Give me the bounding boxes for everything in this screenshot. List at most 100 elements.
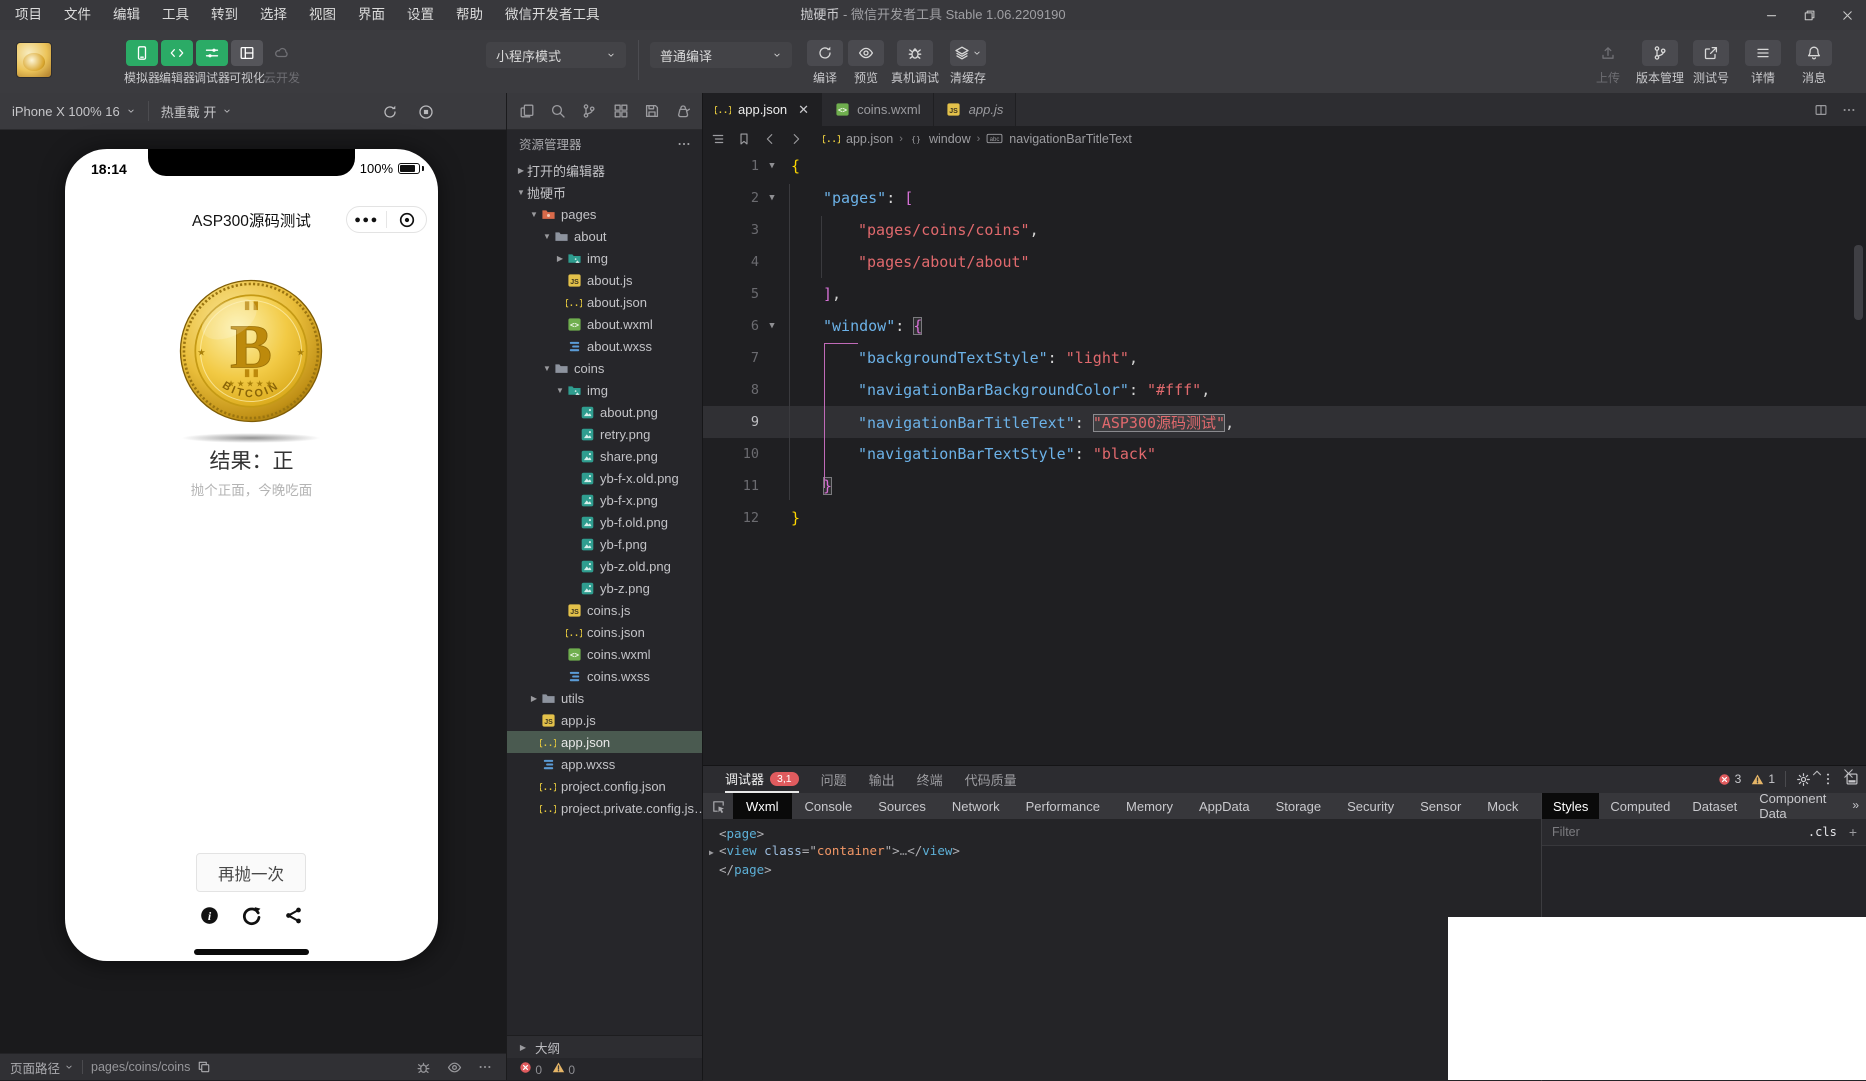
debugger-tab-输出[interactable]: 输出: [869, 766, 895, 793]
tabs-overflow-chevron[interactable]: »: [1852, 798, 1859, 812]
tree-item-coins.wxml[interactable]: <> coins.wxml: [507, 643, 703, 665]
compile-select[interactable]: 普通编译: [650, 42, 792, 68]
error-count[interactable]: 3: [1718, 772, 1741, 786]
bookmark-icon[interactable]: [737, 132, 751, 146]
action-button-详情[interactable]: 详情: [1735, 40, 1791, 86]
fold-chevron-icon[interactable]: ▼: [759, 321, 785, 331]
tree-item-[interactable]: ▼ 抛硬币: [507, 181, 703, 203]
debugger-tab-代码质量[interactable]: 代码质量: [965, 766, 1017, 793]
code-editor[interactable]: 1 ▼{2 ▼ "pages": [3 "pages/coins/coins", 4 "pa…: [703, 150, 1866, 765]
wxml-node[interactable]: ▶ <view class="container">…</view>: [709, 842, 1541, 861]
code-line-2[interactable]: 2 ▼ "pages": [: [703, 182, 1866, 214]
gear-icon[interactable]: [1796, 772, 1811, 787]
wxml-node[interactable]: <page>: [709, 825, 1541, 842]
fold-chevron-icon[interactable]: ▼: [759, 193, 785, 203]
code-line-3[interactable]: 3 "pages/coins/coins",: [703, 214, 1866, 246]
tree-item-yb-z.png[interactable]: yb-z.png: [507, 577, 703, 599]
code-line-1[interactable]: 1 ▼ {: [703, 150, 1866, 182]
editor-tab-app.js[interactable]: JS app.js: [933, 93, 1017, 126]
tree-item-yb-f.png[interactable]: yb-f.png: [507, 533, 703, 555]
tree-item-yb-f.old.png[interactable]: yb-f.old.png: [507, 511, 703, 533]
wxml-node[interactable]: </page>: [709, 861, 1541, 878]
tree-item-app.wxss[interactable]: app.wxss: [507, 753, 703, 775]
tree-item-about.wxss[interactable]: about.wxss: [507, 335, 703, 357]
tree-item-coins[interactable]: ▼ coins: [507, 357, 703, 379]
restart-icon[interactable]: [382, 104, 398, 120]
more-icon[interactable]: [478, 1060, 492, 1074]
add-style-button[interactable]: +: [1849, 824, 1857, 840]
teapot-icon[interactable]: [675, 103, 691, 119]
git-branch-icon[interactable]: [581, 103, 597, 119]
code-line-6[interactable]: 6 ▼ "window": {: [703, 310, 1866, 342]
files-icon[interactable]: [519, 103, 535, 119]
action-button-版本管理[interactable]: 版本管理: [1632, 40, 1688, 86]
tree-item-yb-f-x.png[interactable]: yb-f-x.png: [507, 489, 703, 511]
breadcrumb-item-navigationBarTitleText[interactable]: navigationBarTitleText: [1009, 132, 1132, 146]
tree-item-img[interactable]: ▶ img: [507, 247, 703, 269]
cls-button[interactable]: .cls: [1808, 825, 1837, 839]
menu-item-工具[interactable]: 工具: [151, 0, 200, 30]
tree-item-app.json[interactable]: {..} app.json: [507, 731, 703, 753]
outline-icon[interactable]: [711, 132, 725, 146]
debugger-tab-调试器[interactable]: 调试器 3,1: [725, 766, 799, 793]
tree-item-coins.json[interactable]: {..} coins.json: [507, 621, 703, 643]
tree-item-coins.wxss[interactable]: coins.wxss: [507, 665, 703, 687]
mode-select[interactable]: 小程序模式: [486, 42, 626, 68]
devtools-tab-Memory[interactable]: Memory: [1113, 793, 1186, 819]
code-line-5[interactable]: 5],: [703, 278, 1866, 310]
tree-item-about.json[interactable]: {..} about.json: [507, 291, 703, 313]
menu-item-选择[interactable]: 选择: [249, 0, 298, 30]
debugger-tab-问题[interactable]: 问题: [821, 766, 847, 793]
action-button-测试号[interactable]: 测试号: [1683, 40, 1739, 86]
tree-item-retry.png[interactable]: retry.png: [507, 423, 703, 445]
outline-section[interactable]: ▶ 大纲: [507, 1035, 703, 1058]
action-button-预览[interactable]: 预览: [838, 40, 894, 86]
more-menu-button[interactable]: ●●●: [347, 207, 386, 232]
close-button[interactable]: [1828, 0, 1866, 30]
menu-item-设置[interactable]: 设置: [396, 0, 445, 30]
bug-icon[interactable]: [416, 1060, 431, 1075]
redo-icon[interactable]: [241, 905, 262, 926]
menu-item-项目[interactable]: 项目: [4, 0, 53, 30]
retry-button[interactable]: 再抛一次: [196, 853, 306, 892]
tree-item-[interactable]: ▶ 打开的编辑器: [507, 159, 703, 181]
tree-item-about.wxml[interactable]: <> about.wxml: [507, 313, 703, 335]
tree-item-about.png[interactable]: about.png: [507, 401, 703, 423]
devtools-tab-Wxml[interactable]: Wxml: [733, 793, 792, 819]
code-line-11[interactable]: 11}: [703, 470, 1866, 502]
menu-item-帮助[interactable]: 帮助: [445, 0, 494, 30]
devtools-tab-AppData[interactable]: AppData: [1186, 793, 1263, 819]
debugger-tab-终端[interactable]: 终端: [917, 766, 943, 793]
eye-icon[interactable]: [447, 1060, 462, 1075]
dock-icon[interactable]: [1845, 772, 1859, 786]
tree-item-img[interactable]: ▼ img: [507, 379, 703, 401]
kebab-menu-icon[interactable]: [1821, 772, 1835, 786]
devtools-tab-Performance[interactable]: Performance: [1013, 793, 1113, 819]
menu-item-编辑[interactable]: 编辑: [102, 0, 151, 30]
breadcrumb-item-window[interactable]: window: [929, 132, 971, 146]
menu-item-微信开发者工具[interactable]: 微信开发者工具: [494, 0, 611, 30]
breadcrumb-item-app.json[interactable]: app.json: [846, 132, 893, 146]
save-icon[interactable]: [644, 103, 660, 119]
hot-reload-toggle[interactable]: 热重载 开: [149, 93, 245, 130]
tree-item-utils[interactable]: ▶ utils: [507, 687, 703, 709]
exit-miniprogram-button[interactable]: [387, 207, 426, 232]
maximize-button[interactable]: [1790, 0, 1828, 30]
devtools-tab-Console[interactable]: Console: [792, 793, 866, 819]
editor-tab-coins.wxml[interactable]: <> coins.wxml: [822, 93, 934, 126]
tree-item-about[interactable]: ▼ about: [507, 225, 703, 247]
app-avatar[interactable]: [16, 42, 52, 78]
menu-item-文件[interactable]: 文件: [53, 0, 102, 30]
stop-icon[interactable]: [418, 104, 434, 120]
minimize-button[interactable]: [1752, 0, 1790, 30]
code-line-8[interactable]: 8 "navigationBarBackgroundColor": "#fff",: [703, 374, 1866, 406]
tree-item-project.private.config.js[interactable]: {..} project.private.config.js…: [507, 797, 703, 819]
filter-input[interactable]: Filter: [1552, 825, 1808, 839]
copy-icon[interactable]: [197, 1060, 211, 1074]
device-selector[interactable]: iPhone X 100% 16: [0, 93, 148, 130]
code-line-9[interactable]: 9 "navigationBarTitleText": "ASP300源码测试",: [703, 406, 1866, 438]
action-button-消息[interactable]: 消息: [1786, 40, 1842, 86]
tree-item-about.js[interactable]: JS about.js: [507, 269, 703, 291]
expand-chevron-icon[interactable]: ▶: [709, 844, 719, 861]
menu-item-转到[interactable]: 转到: [200, 0, 249, 30]
